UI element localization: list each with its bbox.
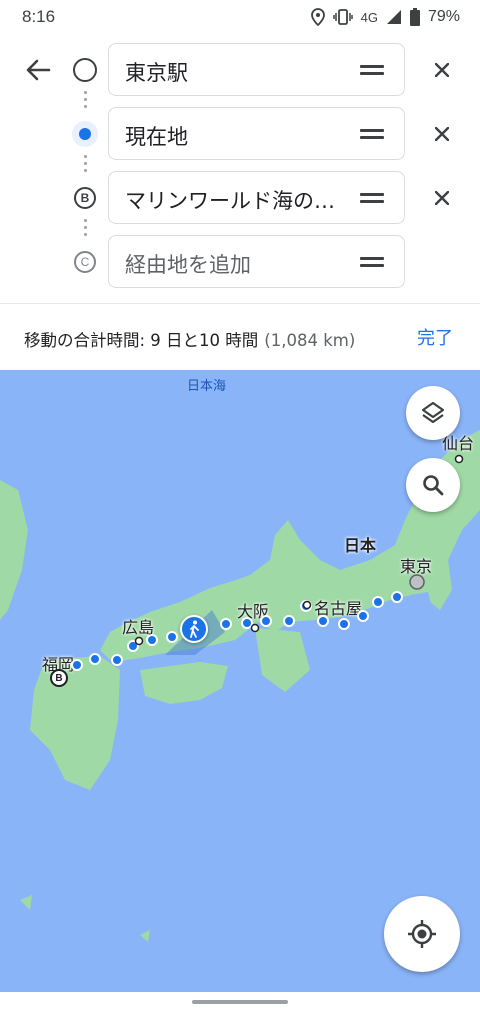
stop-b-marker: B [72,185,98,211]
search-button[interactable] [406,458,460,512]
close-icon [435,191,449,205]
close-icon [435,127,449,141]
home-gesture-handle[interactable] [192,1000,288,1004]
current-location-field[interactable]: 現在地 [108,107,405,160]
destination-b-marker[interactable]: B [50,669,68,687]
current-location-dot-icon [79,128,91,140]
current-location-marker [72,121,98,147]
origin-circle-icon [73,58,97,82]
vibrate-icon [332,8,353,26]
drag-handle-icon[interactable] [360,129,384,141]
status-icons: 4G 79% [310,6,460,28]
total-time: 移動の合計時間: 9 日と10 時間 [24,331,259,350]
total-distance: (1,084 km) [264,331,356,350]
stop-c-marker: C [72,249,98,275]
status-time: 8:16 [22,7,56,26]
battery-icon [409,8,420,26]
stop-row-origin: 東京駅 [0,43,480,97]
my-location-button[interactable] [384,896,460,972]
drag-handle-icon[interactable] [360,65,384,77]
my-location-icon [408,920,436,948]
letter-c-icon: C [74,251,96,273]
destination-text: マリンワールド海の… [125,189,335,213]
origin-marker [72,57,98,83]
remove-destination-button[interactable] [428,184,456,212]
signal-icon [386,9,402,25]
search-icon [423,475,444,496]
stop-row-add: C 経由地を追加 [0,235,480,289]
trip-summary: 移動の合計時間: 9 日と10 時間 (1,084 km) 完了 [0,304,480,370]
done-button[interactable]: 完了 [417,324,453,350]
summary-text: 移動の合計時間: 9 日と10 時間 (1,084 km) [24,327,355,351]
layers-button[interactable] [406,386,460,440]
battery-percent: 79% [427,8,460,25]
network-type: 4G [360,9,378,25]
destination-field[interactable]: マリンワールド海の… [108,171,405,224]
origin-text: 東京駅 [125,61,188,85]
layers-icon [421,401,445,424]
letter-b-icon: B [74,187,96,209]
add-stop-field[interactable]: 経由地を追加 [108,235,405,288]
add-stop-placeholder: 経由地を追加 [125,253,251,277]
stop-row-current: 現在地 [0,107,480,161]
system-nav-bar [0,992,480,1013]
close-icon [435,63,449,77]
location-icon [310,8,325,26]
origin-field[interactable]: 東京駅 [108,43,405,96]
current-location-text: 現在地 [125,125,188,149]
map-view[interactable]: 日本海 仙台 日本 東京 大阪 名古屋 広島 福岡 B [0,370,480,992]
stop-row-b: B マリンワールド海の… [0,171,480,225]
remove-stop-button[interactable] [428,120,456,148]
walking-person-icon [180,615,208,643]
drag-handle-icon[interactable] [360,193,384,205]
status-bar: 8:16 4G 79% [0,0,480,34]
drag-handle-icon[interactable] [360,257,384,269]
remove-origin-button[interactable] [428,56,456,84]
